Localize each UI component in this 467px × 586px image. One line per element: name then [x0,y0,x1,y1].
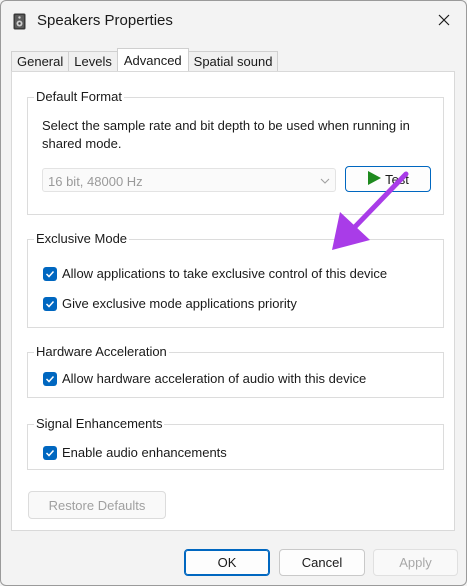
restore-defaults-button[interactable]: Restore Defaults [28,491,166,519]
format-dropdown[interactable]: 16 bit, 48000 Hz [42,168,336,192]
audio-enhancements-checkbox-row[interactable]: Enable audio enhancements [43,445,227,460]
close-button[interactable] [422,1,466,41]
default-format-title: Default Format [34,89,124,104]
exclusive-mode-title: Exclusive Mode [34,231,130,246]
exclusive-priority-checkbox-row[interactable]: Give exclusive mode applications priorit… [43,296,297,311]
checkbox-checked-icon[interactable] [43,445,57,460]
checkbox-checked-icon[interactable] [43,371,57,386]
signal-enhancements-group: Signal Enhancements Enable audio enhance… [27,416,444,470]
exclusive-control-checkbox-row[interactable]: Allow applications to take exclusive con… [43,266,387,281]
default-format-description: Select the sample rate and bit depth to … [42,118,410,151]
apply-button[interactable]: Apply [373,549,458,576]
annotation-arrow-icon [332,171,409,250]
exclusive-priority-label: Give exclusive mode applications priorit… [62,296,297,311]
tab-spatial-sound[interactable]: Spatial sound [187,51,279,71]
title-bar: Speakers Properties [1,1,466,41]
ok-button[interactable]: OK [184,549,270,576]
tab-levels[interactable]: Levels [68,51,118,71]
close-icon [438,14,450,29]
cancel-button[interactable]: Cancel [279,549,365,576]
hardware-acceleration-title: Hardware Acceleration [34,344,169,359]
signal-enhancements-title: Signal Enhancements [34,416,165,431]
tab-strip: General Levels Advanced Spatial sound [11,48,279,71]
checkbox-checked-icon[interactable] [43,266,57,281]
speakers-properties-window: Speakers Properties General Levels Advan… [0,0,467,586]
tab-advanced[interactable]: Advanced [116,48,189,71]
exclusive-control-label: Allow applications to take exclusive con… [62,266,388,281]
tab-general[interactable]: General [11,51,70,71]
hardware-acceleration-checkbox-row[interactable]: Allow hardware acceleration of audio wit… [43,371,366,386]
window-title: Speakers Properties [37,12,173,29]
format-dropdown-value: 16 bit, 48000 Hz [48,174,143,189]
hardware-acceleration-group: Hardware Acceleration Allow hardware acc… [27,344,444,398]
advanced-tab-page: Default Format Select the sample rate an… [11,71,455,531]
checkbox-checked-icon[interactable] [43,296,57,311]
hardware-acceleration-label: Allow hardware acceleration of audio wit… [62,371,367,386]
audio-enhancements-label: Enable audio enhancements [62,445,227,460]
speaker-app-icon [13,13,26,30]
